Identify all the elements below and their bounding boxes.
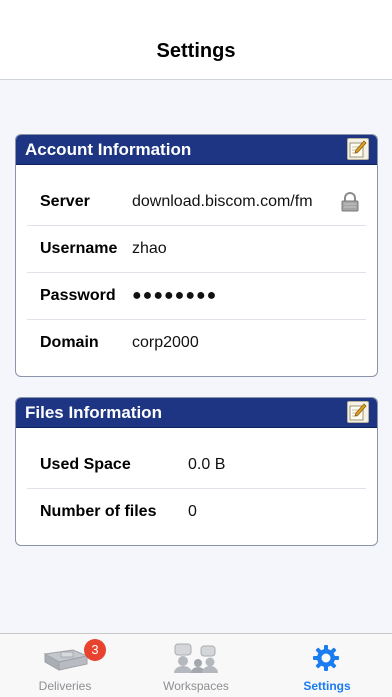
files-information-body: Used Space 0.0 B Number of files 0 xyxy=(27,442,366,535)
gear-icon xyxy=(313,645,339,671)
used-space-label: Used Space xyxy=(40,456,131,473)
tab-settings-label: Settings xyxy=(303,679,351,693)
username-label: Username xyxy=(40,240,118,257)
username-row: Username zhao xyxy=(27,226,366,273)
navigation-bar: Settings xyxy=(0,0,392,80)
domain-row: Domain corp2000 xyxy=(27,320,366,366)
edit-icon xyxy=(349,403,367,421)
domain-value: corp2000 xyxy=(132,334,199,351)
edit-files-button[interactable] xyxy=(347,401,369,423)
page-title: Settings xyxy=(156,40,236,62)
files-information-card: Files Information Used Space 0.0 B Numbe… xyxy=(15,397,378,546)
password-value: ●●●●●●●● xyxy=(132,287,218,304)
tab-bar: 3 Deliveries Workspaces Settings xyxy=(0,633,392,697)
used-space-row: Used Space 0.0 B xyxy=(27,442,366,489)
password-row: Password ●●●●●●●● xyxy=(27,273,366,320)
number-of-files-label: Number of files xyxy=(40,503,157,520)
tab-settings[interactable]: Settings xyxy=(262,634,392,697)
deliveries-icon xyxy=(43,649,89,671)
account-information-card: Account Information Server download.bisc… xyxy=(15,134,378,377)
domain-label: Domain xyxy=(40,334,99,351)
account-information-title: Account Information xyxy=(25,140,192,159)
number-of-files-row: Number of files 0 xyxy=(27,489,366,535)
account-information-header: Account Information xyxy=(16,135,377,165)
server-label: Server xyxy=(40,193,90,210)
used-space-value: 0.0 B xyxy=(188,456,226,473)
password-label: Password xyxy=(40,287,116,304)
files-information-title: Files Information xyxy=(25,403,162,422)
tab-deliveries[interactable]: 3 Deliveries xyxy=(0,634,130,697)
tab-deliveries-label: Deliveries xyxy=(38,679,92,693)
account-information-body: Server download.biscom.com/fm Username z… xyxy=(27,179,366,366)
workspaces-icon xyxy=(174,643,218,673)
deliveries-badge: 3 xyxy=(84,639,106,661)
edit-account-button[interactable] xyxy=(347,138,369,160)
lock-icon xyxy=(341,192,359,212)
server-value: download.biscom.com/fm xyxy=(132,193,313,210)
edit-icon xyxy=(349,140,367,158)
number-of-files-value: 0 xyxy=(188,503,197,520)
username-value: zhao xyxy=(132,240,167,257)
files-information-header: Files Information xyxy=(16,398,377,428)
tab-workspaces-label: Workspaces xyxy=(163,679,229,693)
tab-workspaces[interactable]: Workspaces xyxy=(131,634,261,697)
server-row: Server download.biscom.com/fm xyxy=(27,179,366,226)
